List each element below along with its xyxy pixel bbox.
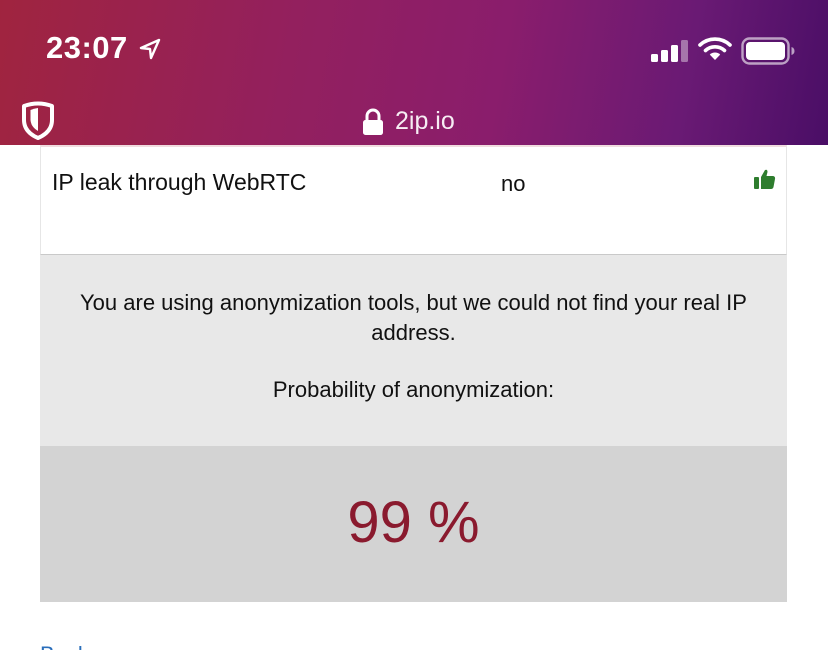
back-link[interactable]: Back xyxy=(40,642,89,650)
probability-panel: 99 % xyxy=(40,446,787,602)
location-arrow-icon xyxy=(139,38,161,60)
wifi-icon xyxy=(698,37,732,60)
battery-icon xyxy=(741,37,795,65)
webrtc-leak-label: IP leak through WebRTC xyxy=(52,169,307,195)
verdict-panel: You are using anonymization tools, but w… xyxy=(40,255,787,446)
thumbs-up-icon xyxy=(754,169,776,189)
probability-label: Probability of anonymization: xyxy=(272,377,555,402)
shield-icon[interactable] xyxy=(20,100,56,140)
lock-icon xyxy=(363,108,383,135)
result-table-card: IP leak through WebRTC no xyxy=(40,145,787,255)
verdict-message: You are using anonymization tools, but w… xyxy=(80,290,747,345)
webrtc-leak-value: no xyxy=(501,171,526,196)
probability-value: 99 % xyxy=(347,490,480,555)
status-time: 23:07 xyxy=(46,30,128,65)
page-content: IP leak through WebRTC no You are using … xyxy=(0,145,828,650)
browser-top-bar: 23:07 2ip.io xyxy=(0,0,828,145)
address-bar-url[interactable]: 2ip.io xyxy=(395,107,455,136)
cellular-signal-icon xyxy=(651,40,688,62)
